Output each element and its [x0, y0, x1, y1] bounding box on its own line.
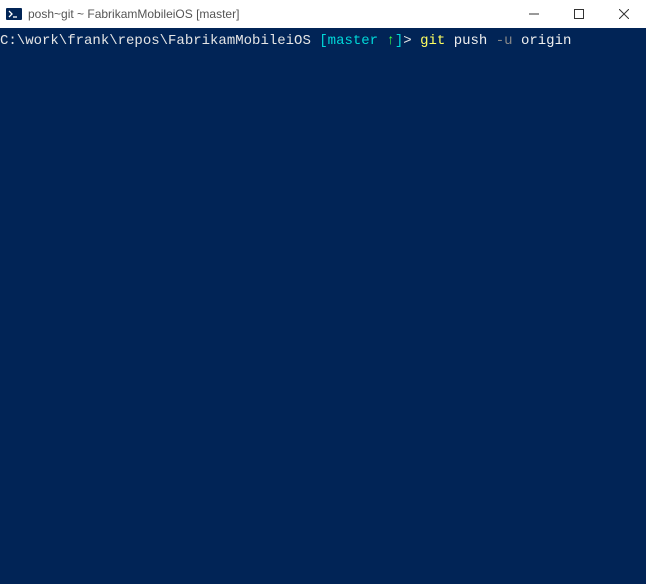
branch-bracket-open: [: [319, 33, 327, 49]
branch-name: master: [328, 33, 387, 49]
maximize-button[interactable]: [556, 0, 601, 28]
close-button[interactable]: [601, 0, 646, 28]
window-controls: [511, 0, 646, 28]
minimize-button[interactable]: [511, 0, 556, 28]
powershell-icon: [6, 6, 22, 22]
cmd-push: push: [445, 33, 495, 49]
title-bar: posh~git ~ FabrikamMobileiOS [master]: [0, 0, 646, 28]
powershell-window: posh~git ~ FabrikamMobileiOS [master] C:…: [0, 0, 646, 584]
terminal-body[interactable]: C:\work\frank\repos\FabrikamMobileiOS [m…: [0, 28, 646, 584]
cmd-flag: -u: [496, 33, 513, 49]
window-title: posh~git ~ FabrikamMobileiOS [master]: [28, 7, 511, 21]
prompt-line: C:\work\frank\repos\FabrikamMobileiOS [m…: [0, 32, 646, 50]
cmd-origin: origin: [513, 33, 572, 49]
branch-arrow-icon: ↑: [386, 33, 394, 49]
git-keyword: git: [420, 33, 445, 49]
prompt-path: C:\work\frank\repos\FabrikamMobileiOS: [0, 33, 319, 49]
prompt-char: >: [403, 33, 420, 49]
